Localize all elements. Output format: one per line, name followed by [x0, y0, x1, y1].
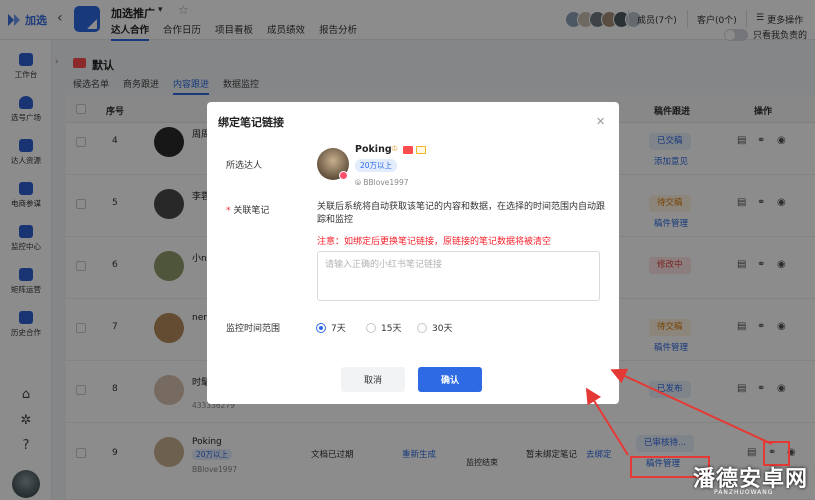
- watermark-sub: PANZHUOWANG: [714, 489, 774, 496]
- arrow-to-dialog: [610, 368, 773, 445]
- arrow-to-dialog: [585, 387, 629, 456]
- annotation-arrows: [585, 368, 773, 456]
